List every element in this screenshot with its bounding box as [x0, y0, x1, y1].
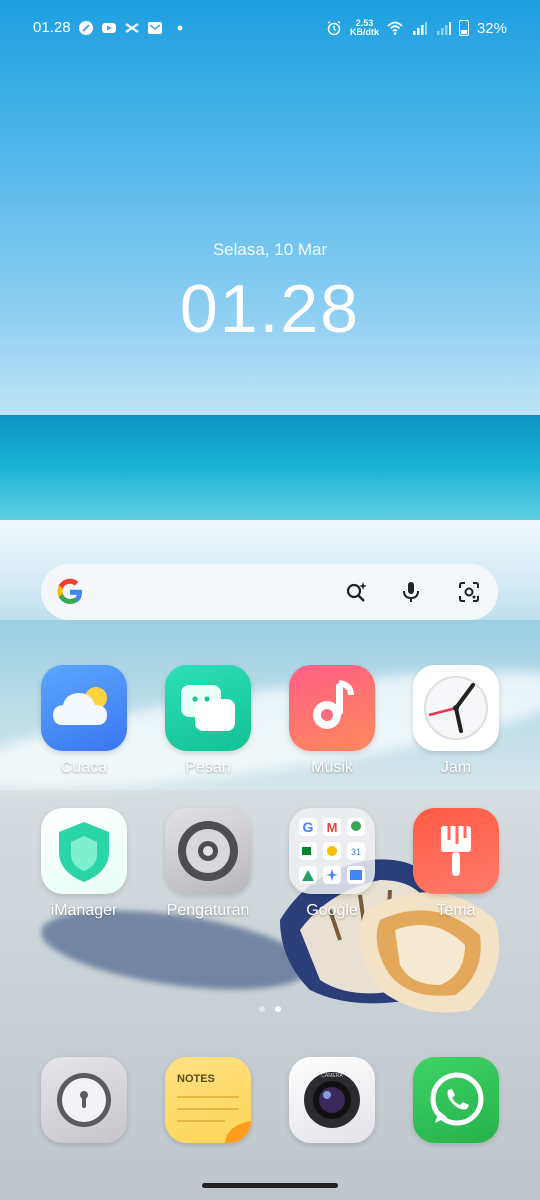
lock-icon: [41, 1057, 127, 1143]
battery-percent: 32%: [476, 19, 507, 37]
clock-widget-date[interactable]: Selasa, 10 Mar: [0, 240, 540, 260]
network-speed: 2.53 KB/dtk: [350, 19, 379, 37]
app-label: Google: [306, 902, 358, 919]
google-search-bar[interactable]: [41, 564, 498, 620]
ai-search-icon[interactable]: [344, 580, 368, 604]
camera-icon-text: CAMERA: [321, 1073, 343, 1079]
signal-icon: [412, 22, 427, 35]
paintbrush-icon: [413, 808, 499, 894]
app-jam[interactable]: Jam: [401, 665, 511, 777]
app-imanager[interactable]: iManager: [29, 808, 139, 920]
shield-icon: [41, 808, 127, 894]
more-notifications-dot-icon: [177, 25, 183, 30]
lens-icon[interactable]: [457, 580, 481, 604]
dock-app-whatsapp[interactable]: [401, 1057, 511, 1143]
app-label: Jam: [440, 759, 472, 776]
app-label: Musik: [311, 759, 353, 776]
page-dot[interactable]: [259, 1006, 265, 1012]
capcut-icon: [124, 22, 139, 33]
app-label: Cuaca: [60, 759, 108, 776]
page-indicator[interactable]: [0, 1006, 540, 1012]
notes-icon: NOTES: [165, 1057, 251, 1143]
battery-icon: [458, 20, 469, 36]
dock-app-camera[interactable]: CAMERA: [277, 1057, 387, 1143]
whatsapp-icon: [413, 1057, 499, 1143]
app-cuaca[interactable]: Cuaca: [29, 665, 139, 777]
gesture-navigation-bar[interactable]: [202, 1183, 338, 1188]
app-musik[interactable]: Musik: [277, 665, 387, 777]
clock-icon: [413, 665, 499, 751]
svg-text:M: M: [327, 820, 338, 835]
signal-icon: [436, 22, 451, 35]
clock-widget-time[interactable]: 01.28: [0, 270, 540, 348]
wifi-icon: [387, 21, 403, 35]
google-folder-icon: G M 31: [289, 808, 375, 894]
page-dot-active[interactable]: [275, 1006, 281, 1012]
dock-app-lock[interactable]: [29, 1057, 139, 1143]
mail-icon: [147, 21, 162, 34]
microphone-icon[interactable]: [399, 580, 423, 604]
network-speed-unit: KB/dtk: [349, 27, 379, 37]
app-pengaturan[interactable]: Pengaturan: [153, 808, 263, 920]
app-label: Pengaturan: [166, 902, 250, 919]
alarm-icon: [327, 20, 341, 36]
app-label: Pesan: [185, 759, 231, 776]
svg-text:31: 31: [351, 847, 361, 857]
dock-app-notes[interactable]: NOTES: [153, 1057, 263, 1143]
weather-icon: [41, 665, 127, 751]
app-label: iManager: [50, 902, 118, 919]
messages-icon: [165, 665, 251, 751]
google-logo-icon: [57, 578, 82, 604]
wallpaper-sky: [0, 0, 540, 420]
youtube-icon: [101, 22, 116, 33]
camera-icon: CAMERA: [289, 1057, 375, 1143]
app-tema[interactable]: Tema: [401, 808, 511, 920]
app-pesan[interactable]: Pesan: [153, 665, 263, 777]
svg-text:G: G: [303, 819, 314, 835]
status-bar: 01.28 2.53 KB/dtk 32%: [0, 0, 540, 58]
app-label: Tema: [436, 902, 476, 919]
app-folder-google[interactable]: G M 31 Google: [277, 808, 387, 920]
app-notification-icon: [78, 20, 93, 35]
gear-icon: [165, 808, 251, 894]
music-icon: [289, 665, 375, 751]
status-time: 01.28: [33, 19, 71, 36]
